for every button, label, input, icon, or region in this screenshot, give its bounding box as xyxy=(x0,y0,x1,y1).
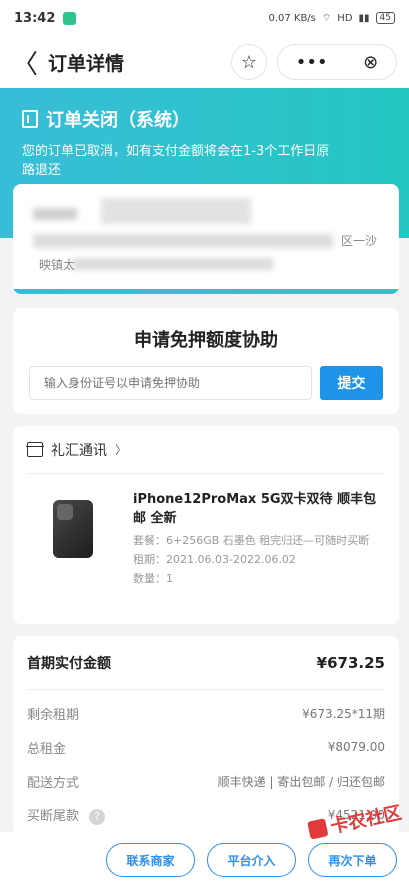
more-icon[interactable]: ••• xyxy=(296,52,328,73)
status-bar: 13:42 0.07 KB/s ⌔ HD ▮▮ 45 xyxy=(0,0,409,36)
help-question-icon[interactable]: ? xyxy=(89,808,106,825)
first-payment-row: 首期实付金额 ¥673.25 xyxy=(27,636,385,690)
apply-row: 提交 xyxy=(29,366,383,400)
shop-icon xyxy=(26,442,44,457)
product-name: iPhone12ProMax 5G双卡双待 顺丰包邮 全新 xyxy=(133,492,377,526)
amount-line-label: 总租金 xyxy=(27,741,67,757)
order-document-icon xyxy=(22,110,38,128)
amount-line-label: 买断尾款 xyxy=(27,809,80,825)
watermark-logo-icon xyxy=(307,818,329,840)
nav-bar: 〈 订单详情 ☆ ••• ⊗ xyxy=(0,36,409,88)
product-meta: 套餐：6+256GB 石墨色 租完归还—可随时买断 租期：2021.06.03-… xyxy=(133,532,385,587)
amount-line-label: 配送方式 xyxy=(27,775,80,791)
battery-icon: 45 xyxy=(375,12,395,24)
wifi-icon: ⌔ xyxy=(321,12,332,24)
favorite-star-icon[interactable]: ☆ xyxy=(231,44,267,80)
product-image xyxy=(53,500,93,558)
product-quantity: 数量：1 xyxy=(133,572,173,585)
status-icons: 0.07 KB/s ⌔ HD ▮▮ 45 xyxy=(268,12,395,25)
order-status-text: 订单关闭（系统） xyxy=(46,110,190,131)
contact-merchant-button[interactable]: 联系商家 xyxy=(106,843,195,877)
blurred-address-line1 xyxy=(33,234,333,248)
address-tail-1: 区一沙 xyxy=(341,234,378,248)
product-period: 租期：2021.06.03-2022.06.02 xyxy=(133,553,296,566)
blurred-name xyxy=(33,208,77,220)
deposit-free-apply-card: 申请免押额度协助 提交 xyxy=(13,308,399,414)
bottom-action-bar: 联系商家 平台介入 再次下单 xyxy=(0,832,409,888)
amount-line-label-wrap: 买断尾款 ? xyxy=(27,805,106,825)
page-title: 订单详情 xyxy=(48,52,125,75)
order-status-title: 订单关闭（系统） xyxy=(22,106,387,132)
reorder-button[interactable]: 再次下单 xyxy=(308,843,397,877)
platform-intervene-button[interactable]: 平台介入 xyxy=(207,843,296,877)
shop-header[interactable]: 礼汇通讯 〉 xyxy=(26,426,385,474)
amount-line-label: 剩余租期 xyxy=(27,707,80,723)
amount-card: 首期实付金额 ¥673.25 剩余租期 ¥673.25*11期 总租金 ¥807… xyxy=(13,636,399,836)
apply-title: 申请免押额度协助 xyxy=(134,330,278,351)
status-time: 13:42 xyxy=(14,10,56,26)
address-decor-bar xyxy=(13,289,399,294)
submit-button[interactable]: 提交 xyxy=(320,366,383,400)
blurred-address-line2 xyxy=(73,258,273,270)
first-payment-label: 首期实付金额 xyxy=(27,655,111,672)
product-package: 套餐：6+256GB 石墨色 租完归还—可随时买断 xyxy=(133,534,370,547)
shop-name: 礼汇通讯 xyxy=(51,442,107,459)
address-card: 区一沙 映镇太 xyxy=(13,184,399,294)
amount-line-value: ¥8079.00 xyxy=(327,740,385,754)
id-number-input[interactable] xyxy=(29,366,312,400)
blurred-phone xyxy=(101,198,251,224)
first-payment-value: ¥673.25 xyxy=(316,653,385,672)
nav-tools: ☆ ••• ⊗ xyxy=(231,44,397,80)
amount-line: 总租金 ¥8079.00 xyxy=(27,730,385,764)
product-info: iPhone12ProMax 5G双卡双待 顺丰包邮 全新 套餐：6+256GB… xyxy=(133,490,385,587)
capsule-menu: ••• ⊗ xyxy=(277,44,397,80)
chevron-right-icon: 〉 xyxy=(115,443,128,457)
amount-line-value: 顺丰快递 | 寄出包邮 / 归还包邮 xyxy=(217,774,385,789)
close-icon[interactable]: ⊗ xyxy=(363,52,378,73)
network-speed: 0.07 KB/s xyxy=(268,12,316,24)
hd-label: HD xyxy=(337,12,353,24)
amount-line: 剩余租期 ¥673.25*11期 xyxy=(27,696,385,730)
signal-icon: ▮▮ xyxy=(358,12,370,24)
amount-line-value: ¥673.25*11期 xyxy=(302,706,385,721)
product-card: 礼汇通讯 〉 iPhone12ProMax 5G双卡双待 顺丰包邮 全新 套餐：… xyxy=(13,426,399,624)
app-notification-icon xyxy=(63,11,77,25)
order-status-desc: 您的订单已取消，如有支付金额将会在1-3个工作日原路退还 xyxy=(22,144,330,178)
address-tail-2: 映镇太 xyxy=(39,258,76,272)
product-body[interactable]: iPhone12ProMax 5G双卡双待 顺丰包邮 全新 套餐：6+256GB… xyxy=(27,490,385,587)
back-icon[interactable]: 〈 xyxy=(12,44,42,81)
amount-line: 配送方式 顺丰快递 | 寄出包邮 / 归还包邮 xyxy=(27,764,385,798)
